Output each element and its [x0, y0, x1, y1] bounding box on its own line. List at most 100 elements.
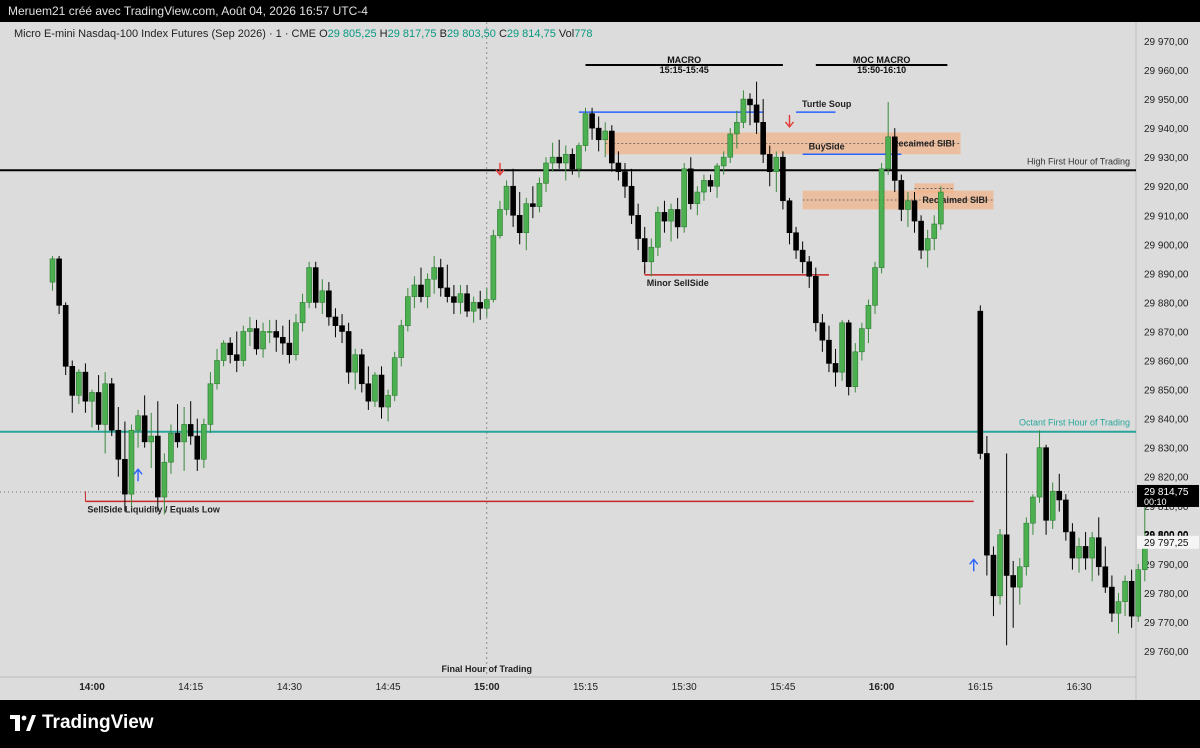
- candlestick-chart[interactable]: 29 970,00 29 960,00 29 950,00 29 940,00 29 9…: [0, 22, 1200, 700]
- candle-body: [720, 156, 727, 167]
- candle-body: [799, 249, 806, 263]
- candle-body: [345, 331, 352, 373]
- candle-body: [444, 287, 451, 297]
- candle-body: [141, 415, 148, 443]
- candle-body: [76, 371, 82, 396]
- candle-body: [773, 156, 780, 173]
- y-tick-label: 29 940,00: [1144, 124, 1189, 135]
- x-tick-label: 15:00: [474, 682, 500, 693]
- y-tick-label: 29 780,00: [1144, 589, 1189, 600]
- x-tick-label: 16:00: [869, 682, 895, 693]
- candle-body: [595, 127, 602, 141]
- candle-body: [89, 392, 95, 402]
- candle-body: [398, 325, 405, 358]
- candle-body: [358, 354, 365, 385]
- candle-body: [530, 203, 536, 207]
- candle-body: [714, 165, 720, 187]
- candle-body: [1049, 490, 1056, 521]
- candle-body: [56, 258, 62, 306]
- session-time-label: 15:15-15:45: [660, 65, 709, 75]
- price-tag-value: 29 797,25: [1144, 538, 1189, 549]
- candle-body: [924, 238, 931, 251]
- candle-body: [273, 331, 280, 338]
- candle-body: [615, 162, 622, 173]
- y-tick-label: 29 890,00: [1144, 269, 1189, 280]
- candle-body: [622, 171, 628, 187]
- candle-body: [319, 290, 326, 303]
- candle-body: [95, 392, 102, 425]
- candle-body: [102, 383, 108, 425]
- candle-body: [562, 153, 569, 164]
- candle-body: [503, 185, 510, 210]
- y-tick-label: 29 820,00: [1144, 473, 1189, 484]
- candle-body: [1095, 537, 1102, 568]
- candle-body: [648, 246, 655, 263]
- candle-body: [220, 342, 227, 361]
- candle-body: [523, 203, 530, 234]
- x-tick-label: 15:15: [573, 682, 598, 693]
- candle-body: [1076, 546, 1082, 559]
- candle-body: [457, 293, 464, 303]
- candle-body: [1135, 569, 1142, 617]
- candle-body: [1082, 546, 1089, 559]
- candle-body: [339, 325, 345, 332]
- candle-body: [201, 424, 207, 460]
- candle-body: [227, 342, 233, 356]
- candle-body: [115, 429, 122, 460]
- candle-body: [1115, 601, 1122, 614]
- chart-area[interactable]: 29 970,00 29 960,00 29 950,00 29 940,00 29 9…: [0, 22, 1200, 700]
- candle-body: [187, 424, 194, 437]
- candle-body: [938, 191, 944, 225]
- level-label: Octant First Hour of Trading: [1019, 418, 1130, 428]
- y-tick-label: 29 860,00: [1144, 357, 1189, 368]
- candle-body: [655, 212, 661, 248]
- close-label: C: [498, 28, 507, 40]
- candle-body: [306, 267, 312, 303]
- candle-body: [69, 366, 76, 396]
- candle-body: [701, 180, 707, 193]
- candle-body: [418, 284, 424, 297]
- chart-caption: Meruem21 créé avec TradingView.com, Août…: [8, 4, 368, 18]
- candle-body: [1069, 531, 1076, 559]
- volume-label: Vol: [558, 28, 575, 40]
- candle-body: [510, 185, 516, 216]
- y-tick-label: 29 850,00: [1144, 386, 1189, 397]
- candle-body: [694, 191, 701, 204]
- liquidity-label: Turtle Soup: [802, 99, 852, 109]
- candle-body: [497, 209, 503, 236]
- candle-body: [168, 432, 174, 463]
- candle-body: [812, 275, 819, 324]
- candle-body: [161, 461, 168, 498]
- candle-body: [378, 374, 385, 408]
- candle-body: [859, 328, 865, 353]
- candle-body: [536, 183, 543, 207]
- candle-body: [82, 371, 89, 402]
- candle-body: [516, 214, 523, 234]
- tradingview-logo[interactable]: TradingView: [10, 712, 154, 734]
- x-tick-label: 14:45: [376, 682, 401, 693]
- candle-body: [260, 331, 266, 350]
- candle-body: [569, 153, 576, 170]
- y-tick-label: 29 960,00: [1144, 66, 1189, 77]
- candle-body: [839, 322, 845, 373]
- candle-body: [872, 267, 878, 306]
- candle-body: [905, 200, 911, 210]
- y-tick-label: 29 920,00: [1144, 182, 1189, 193]
- x-tick-label: 14:15: [178, 682, 203, 693]
- candle-body: [483, 299, 490, 309]
- candle-body: [1023, 522, 1030, 568]
- candle-body: [62, 305, 69, 367]
- candle-body: [852, 351, 859, 387]
- symbol-legend[interactable]: Micro E-mini Nasdaq-100 Index Futures (S…: [14, 28, 593, 40]
- candle-body: [1003, 534, 1010, 576]
- liquidity-label: BuySide: [809, 141, 845, 151]
- candle-body: [602, 130, 609, 141]
- candle-body: [1063, 499, 1069, 533]
- candle-body: [437, 267, 444, 289]
- candle-body: [240, 331, 247, 361]
- candle-body: [898, 180, 905, 210]
- volume-value: 778: [574, 28, 593, 40]
- y-tick-label: 29 770,00: [1144, 618, 1189, 629]
- candle-body: [122, 458, 128, 495]
- candle-body: [911, 200, 918, 222]
